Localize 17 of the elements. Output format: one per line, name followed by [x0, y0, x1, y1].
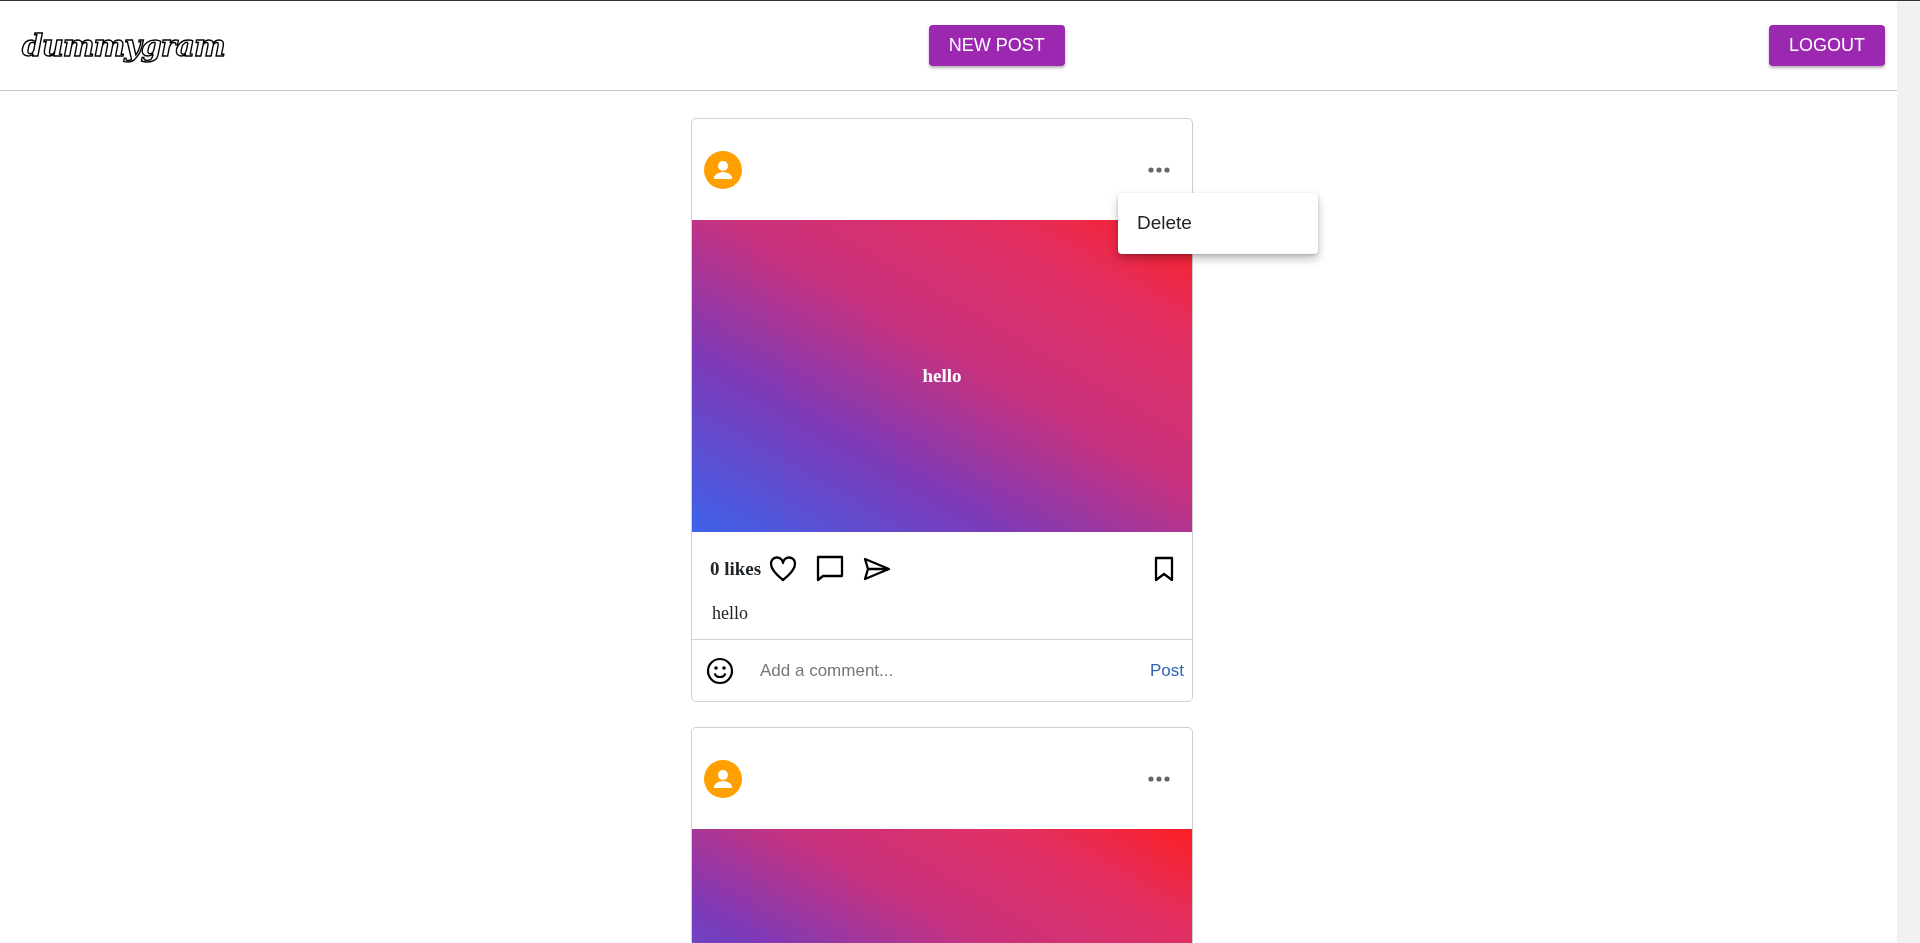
comment-icon[interactable] [816, 555, 845, 583]
more-options-button[interactable] [1148, 775, 1170, 782]
comment-field[interactable]: Add a comment... [758, 656, 1126, 685]
caption: hello [712, 603, 748, 623]
more-options-button[interactable] [1148, 166, 1170, 173]
emoji-icon[interactable] [706, 656, 734, 685]
new-post-button[interactable]: NEW POST [928, 24, 1065, 67]
send-icon[interactable] [863, 557, 892, 581]
image-text: hello [922, 363, 962, 388]
likes-count: 0 likes [710, 556, 762, 581]
bookmark-icon[interactable] [1154, 556, 1174, 582]
logo[interactable]: dummygram [22, 30, 225, 61]
post-link[interactable]: Post [1149, 657, 1184, 684]
logout-button[interactable]: LOGOUT [1768, 24, 1885, 67]
menu-item[interactable]: Delete [1118, 201, 1318, 246]
scrollbar[interactable] [1897, 1, 1920, 943]
heart-icon[interactable] [769, 556, 798, 582]
